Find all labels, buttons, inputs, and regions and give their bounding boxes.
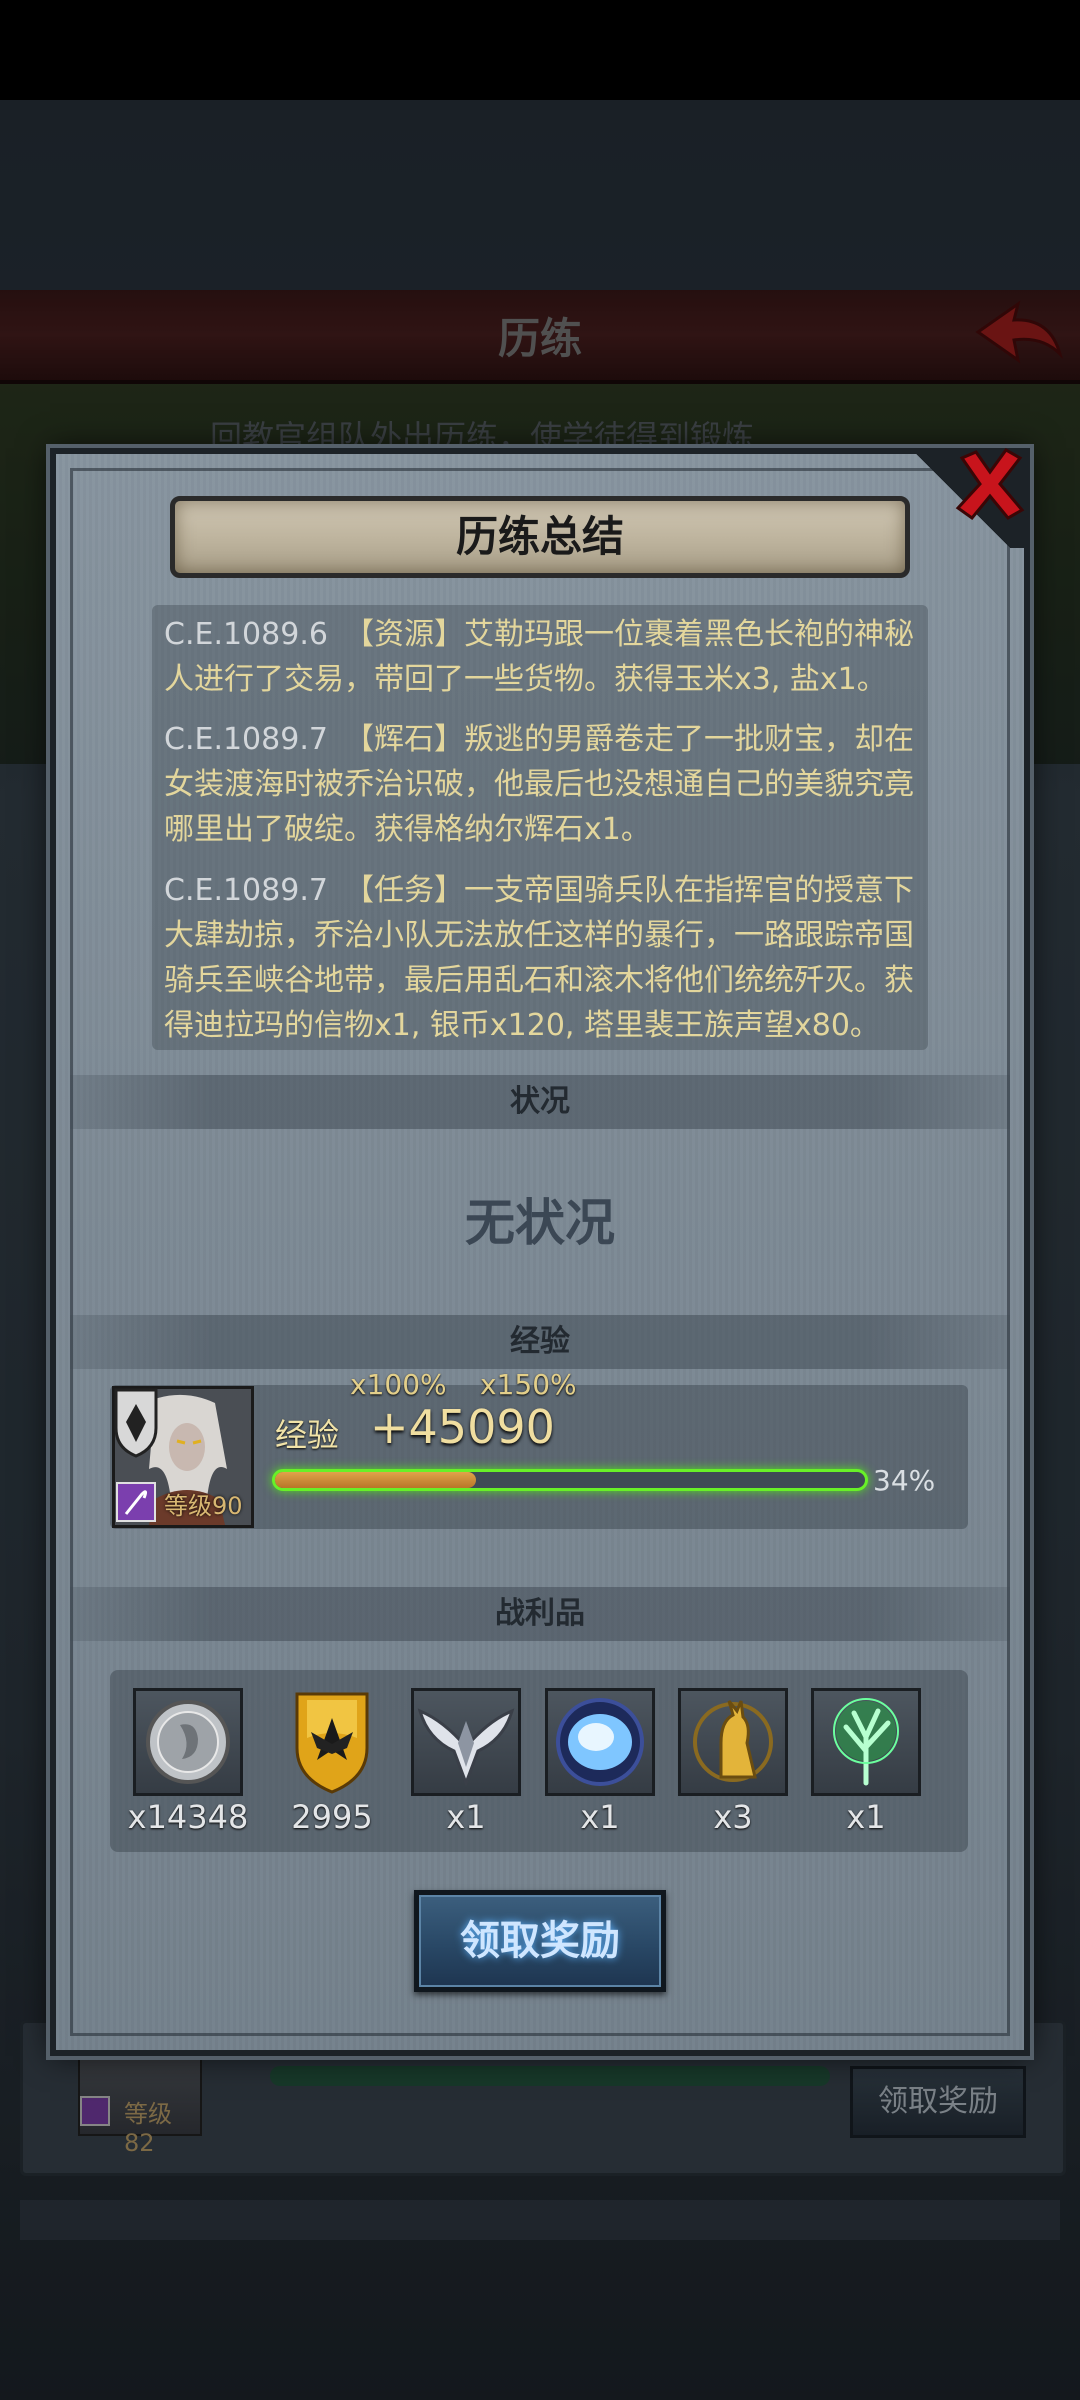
loot-qty: x1 — [846, 1798, 886, 1836]
status-section-label: 状况 — [510, 1084, 570, 1119]
gold-crest-shield-icon — [295, 1692, 369, 1794]
log-entry: C.E.1089.7 【任务】一支帝国骑兵队在指挥官的授意下大肆劫掠，乔治小队无法… — [164, 868, 924, 1048]
class-shield-icon — [114, 1388, 158, 1458]
loot-icon-frame — [811, 1688, 921, 1796]
avatar-level: 等级90 — [164, 1492, 243, 1520]
status-value: 无状况 — [465, 1194, 615, 1252]
loot-item-tree[interactable] — [811, 1688, 921, 1796]
loot-qty: x1 — [446, 1798, 486, 1836]
blue-crystal-orb-icon — [556, 1698, 644, 1786]
log-entry: C.E.1089.6 【资源】艾勒玛跟一位裹着黑色长袍的神秘人进行了交易，带回了一… — [164, 612, 924, 702]
loot-icon-frame — [133, 1688, 243, 1796]
multiplier-bonus: x150% — [480, 1368, 577, 1401]
loot-item-emblem[interactable] — [411, 1688, 521, 1796]
log-entry-date: C.E.1089.7 — [164, 873, 328, 908]
experience-progress-fill — [275, 1472, 476, 1488]
claim-reward-label[interactable]: 领取奖励 — [414, 1890, 666, 1992]
multiplier-base: x100% — [350, 1368, 447, 1401]
dialog-title: 历练总结 — [455, 512, 624, 561]
loot-section-label: 战利品 — [495, 1596, 585, 1631]
log-entry-date: C.E.1089.6 — [164, 617, 328, 652]
loot-qty: x14348 — [127, 1798, 249, 1836]
loot-item-cat-statue[interactable] — [678, 1688, 788, 1796]
experience-gain: +45090 — [370, 1400, 555, 1454]
loot-qty: x3 — [713, 1798, 753, 1836]
winged-emblem-icon — [417, 1708, 515, 1788]
staff-icon — [116, 1482, 156, 1522]
experience-section-label: 经验 — [510, 1324, 570, 1359]
log-entry: C.E.1089.7 【辉石】叛逃的男爵卷走了一批财宝，却在女装渡海时被乔治识破，… — [164, 717, 924, 852]
loot-qty: x1 — [580, 1798, 620, 1836]
close-icon[interactable] — [952, 446, 1028, 522]
log-entry-date: C.E.1089.7 — [164, 722, 328, 757]
golden-cat-statue-icon — [693, 1700, 773, 1782]
loot-qty: 2995 — [291, 1798, 373, 1836]
loot-item-crest[interactable] — [277, 1688, 387, 1796]
loot-item-crystal[interactable] — [545, 1688, 655, 1796]
silver-coin-icon — [146, 1700, 230, 1784]
experience-progress-text: 34% — [873, 1464, 936, 1497]
loot-item-silver-coin[interactable] — [133, 1688, 243, 1796]
loot-icon-frame — [545, 1688, 655, 1796]
status-bar — [0, 0, 1080, 100]
loot-icon-frame — [411, 1688, 521, 1796]
green-tree-icon — [833, 1698, 899, 1786]
experience-label: 经验 — [275, 1416, 340, 1454]
loot-icon-frame — [678, 1688, 788, 1796]
